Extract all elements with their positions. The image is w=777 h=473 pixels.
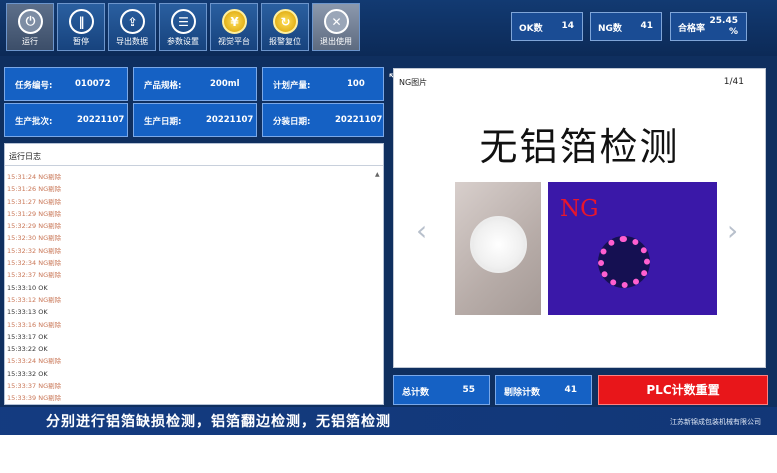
alarm-reset-button[interactable]: ↻ 报警复位 xyxy=(261,3,309,51)
reject-count-label: 剔除计数 xyxy=(504,388,541,398)
log-line: 15:32:32 NG剔除 xyxy=(7,246,62,255)
log-line: 15:33:37 NG剔除 xyxy=(7,382,62,391)
run-button-label: 运行 xyxy=(22,37,38,46)
run-log-panel[interactable]: 运行日志 15:31:24 NG剔除 15:31:26 NG剔除 15:31:27 … xyxy=(4,143,384,405)
total-count-value: 55 xyxy=(462,385,475,395)
log-line: 15:32:37 NG剔除 xyxy=(7,271,62,280)
task-number-label: 任务编号: xyxy=(15,81,53,91)
run-log-title: 运行日志 xyxy=(5,144,383,166)
pause-button[interactable]: ‖ 暂停 xyxy=(57,3,105,51)
reject-count-value: 41 xyxy=(564,385,577,395)
ok-count-value: 14 xyxy=(561,21,574,31)
settings-label: 参数设置 xyxy=(167,37,199,46)
batch-value: 20221107 xyxy=(77,115,125,125)
sliders-icon: ☰ xyxy=(171,9,196,34)
ng-image-title: NG图片 xyxy=(399,78,428,87)
task-number-value: 010072 xyxy=(75,79,111,89)
scroll-up-icon[interactable]: ▲ xyxy=(375,171,381,178)
raw-photo xyxy=(455,182,541,315)
ng-overlay-text: NG xyxy=(560,196,599,222)
ng-count-label: NG数 xyxy=(598,24,622,34)
close-icon: ✕ xyxy=(324,9,349,34)
ng-count-value: 41 xyxy=(640,21,653,31)
total-count-box: 总计数 55 xyxy=(393,375,490,405)
log-line: 15:31:26 NG剔除 xyxy=(7,185,62,194)
pass-rate-box: 合格率 25.45% xyxy=(670,12,747,41)
total-count-label: 总计数 xyxy=(402,388,430,398)
log-line: 15:32:29 NG剔除 xyxy=(7,222,62,231)
log-line: 15:33:13 OK xyxy=(7,308,48,317)
log-line: 15:33:16 NG剔除 xyxy=(7,320,62,329)
log-line: 15:32:30 NG剔除 xyxy=(7,234,62,243)
product-spec-value: 200ml xyxy=(210,79,240,89)
plc-reset-button[interactable]: PLC计数重置 xyxy=(598,375,768,405)
pass-rate-number: 25.45 xyxy=(709,16,738,26)
log-line: 15:31:27 NG剔除 xyxy=(7,197,62,206)
pass-rate-unit: % xyxy=(728,27,738,37)
vision-platform-button[interactable]: ¥ 视觉平台 xyxy=(210,3,258,51)
run-log-list: 15:31:24 NG剔除 15:31:26 NG剔除 15:31:27 NG剔除 1… xyxy=(7,171,373,405)
ng-caption: 无铝箔检测 xyxy=(479,125,680,169)
export-data-button[interactable]: ⇪ 导出数据 xyxy=(108,3,156,51)
run-button[interactable]: ⏻ 运行 xyxy=(6,3,54,51)
ng-page-indicator: 1/41 xyxy=(723,77,744,87)
ok-count-label: OK数 xyxy=(519,24,543,34)
toolbar: ⏻ 运行 ‖ 暂停 ⇪ 导出数据 ☰ 参数设置 ¥ 视觉平台 ↻ 报警复位 ✕ … xyxy=(0,0,777,56)
planned-output-label: 计划产量: xyxy=(273,81,311,91)
company-name: 江苏新锦成包装机械有限公司 xyxy=(670,418,761,426)
packing-date-value: 20221107 xyxy=(335,115,383,125)
log-line: 15:33:32 OK xyxy=(7,369,48,378)
planned-output-value: 100 xyxy=(347,79,365,89)
log-line: 15:33:22 OK xyxy=(7,345,48,354)
packing-date-label: 分装日期: xyxy=(273,117,311,127)
processed-photo: NG xyxy=(548,182,717,315)
batch-label: 生产批次: xyxy=(15,117,53,127)
log-line: 15:31:24 NG剔除 xyxy=(7,173,62,181)
next-image-arrow[interactable]: › xyxy=(727,214,738,247)
prev-image-arrow[interactable]: ‹ xyxy=(416,214,427,247)
packing-date-field: 分装日期: 20221107 xyxy=(262,103,384,137)
power-icon: ⏻ xyxy=(18,9,43,34)
production-date-label: 生产日期: xyxy=(144,117,182,127)
log-line: 15:33:10 OK xyxy=(7,283,48,292)
caption-banner: 分别进行铝箔缺损检测，铝箔翻边检测，无铝箔检测 江苏新锦成包装机械有限公司 xyxy=(0,407,777,435)
product-spec-field: 产品规格: 200ml xyxy=(133,67,257,101)
log-line: 15:33:39 NG剔除 xyxy=(7,394,62,403)
vision-coin-icon: ¥ xyxy=(222,9,247,34)
production-date-field: 生产日期: 20221107 xyxy=(133,103,257,137)
banner-text: 分别进行铝箔缺损检测，铝箔翻边检测，无铝箔检测 xyxy=(46,414,391,430)
export-data-label: 导出数据 xyxy=(116,37,148,46)
ng-image-panel: NG图片 1/41 无铝箔检测 ‹ NG › xyxy=(393,68,766,368)
settings-button[interactable]: ☰ 参数设置 xyxy=(159,3,207,51)
log-line: 15:31:29 NG剔除 xyxy=(7,209,62,218)
vision-platform-label: 视觉平台 xyxy=(218,37,250,46)
foil-disc-image xyxy=(470,216,527,273)
exit-label: 退出使用 xyxy=(320,37,352,46)
exit-button[interactable]: ✕ 退出使用 xyxy=(312,3,360,51)
pause-icon: ‖ xyxy=(69,9,94,34)
hmi-screen: ⏻ 运行 ‖ 暂停 ⇪ 导出数据 ☰ 参数设置 ¥ 视觉平台 ↻ 报警复位 ✕ … xyxy=(0,0,777,473)
detected-ring xyxy=(598,236,650,288)
planned-output-field: 计划产量: 100 xyxy=(262,67,384,101)
pass-rate-value: 25.45% xyxy=(710,16,738,38)
task-number-field: 任务编号: 010072 xyxy=(4,67,128,101)
product-spec-label: 产品规格: xyxy=(144,81,182,91)
log-line: 15:32:34 NG剔除 xyxy=(7,259,62,268)
log-line: 15:33:24 NG剔除 xyxy=(7,357,62,366)
pause-button-label: 暂停 xyxy=(73,37,89,46)
alarm-reset-icon: ↻ xyxy=(273,9,298,34)
production-date-value: 20221107 xyxy=(206,115,254,125)
pass-rate-label: 合格率 xyxy=(678,24,706,34)
ng-count-box: NG数 41 xyxy=(590,12,662,41)
reject-count-box: 剔除计数 41 xyxy=(495,375,592,405)
log-line: 15:33:17 OK xyxy=(7,332,48,341)
log-line: 15:33:12 NG剔除 xyxy=(7,295,62,304)
ok-count-box: OK数 14 xyxy=(511,12,583,41)
batch-field: 生产批次: 20221107 xyxy=(4,103,128,137)
production-info: 任务编号: 010072 产品规格: 200ml 计划产量: 100 生产批次:… xyxy=(4,67,384,139)
alarm-reset-label: 报警复位 xyxy=(269,37,301,46)
export-icon: ⇪ xyxy=(120,9,145,34)
bottom-margin xyxy=(0,435,777,473)
